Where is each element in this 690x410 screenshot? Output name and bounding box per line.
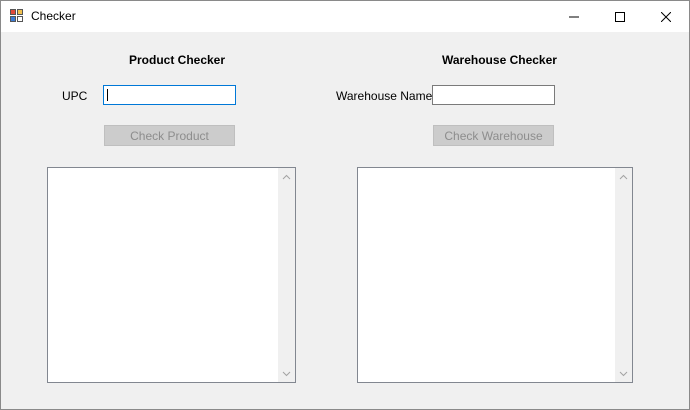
maximize-icon — [615, 12, 625, 22]
chevron-down-icon — [619, 371, 628, 377]
warehouse-list-scrollbar[interactable] — [615, 168, 632, 382]
warehouse-list-scroll-down[interactable] — [615, 365, 632, 382]
check-product-button[interactable]: Check Product — [104, 125, 235, 146]
minimize-button[interactable] — [551, 1, 597, 32]
minimize-icon — [569, 12, 579, 22]
chevron-down-icon — [282, 371, 291, 377]
warehouse-name-label: Warehouse Name — [336, 89, 432, 103]
warehouse-list-scroll-up[interactable] — [615, 168, 632, 185]
product-checker-heading: Product Checker — [129, 53, 225, 67]
chevron-up-icon — [619, 174, 628, 180]
product-list-scroll-up[interactable] — [278, 168, 295, 185]
title-bar[interactable]: Checker — [1, 1, 689, 32]
checker-window: Checker Product Checker UPC Check Produc — [0, 0, 690, 410]
warehouse-results-list[interactable] — [357, 167, 633, 383]
client-area: Product Checker UPC Check Product — [1, 32, 689, 409]
maximize-button[interactable] — [597, 1, 643, 32]
warehouse-name-input[interactable] — [432, 85, 555, 105]
warehouse-checker-heading: Warehouse Checker — [442, 53, 557, 67]
product-list-scroll-down[interactable] — [278, 365, 295, 382]
product-list-scrollbar[interactable] — [278, 168, 295, 382]
product-results-list[interactable] — [47, 167, 296, 383]
upc-input[interactable] — [103, 85, 236, 105]
chevron-up-icon — [282, 174, 291, 180]
app-icon — [10, 9, 24, 23]
text-caret — [107, 89, 108, 101]
close-button[interactable] — [643, 1, 689, 32]
check-warehouse-button[interactable]: Check Warehouse — [433, 125, 554, 146]
upc-label: UPC — [62, 89, 87, 103]
close-icon — [661, 12, 671, 22]
window-title: Checker — [31, 9, 76, 23]
